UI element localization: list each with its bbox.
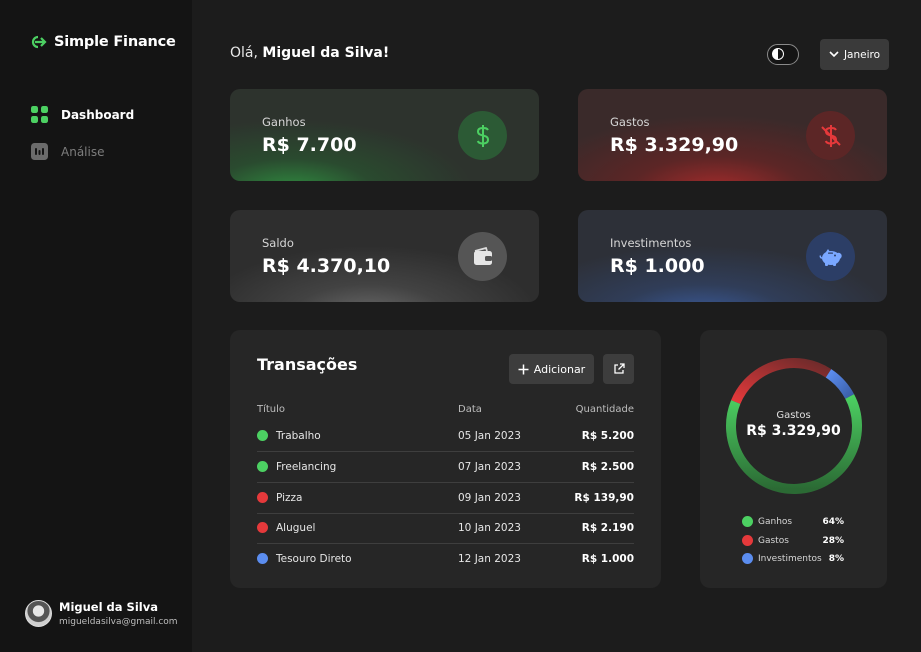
month-select[interactable]: Janeiro (820, 39, 889, 70)
dollar-icon (458, 111, 507, 160)
theme-toggle-knob (772, 48, 784, 60)
month-label: Janeiro (843, 48, 881, 61)
category-dot (257, 430, 268, 441)
add-transaction-button[interactable]: Adicionar (509, 354, 594, 384)
table-row[interactable]: Tesouro Direto 12 Jan 2023 R$ 1.000 (257, 544, 634, 575)
table-row[interactable]: Freelancing 07 Jan 2023 R$ 2.500 (257, 452, 634, 483)
card-saldo: Saldo R$ 4.370,10 (230, 210, 539, 302)
wallet-icon (458, 232, 507, 281)
row-title: Trabalho (276, 430, 321, 442)
card-label: Gastos (610, 115, 650, 129)
card-gastos: Gastos R$ 3.329,90 (578, 89, 887, 181)
dollar-off-icon (806, 111, 855, 160)
category-dot (257, 522, 268, 533)
user-profile[interactable]: Miguel da Silva migueldasilva@gmail.com (25, 600, 178, 627)
legend-name: Investimentos (758, 554, 822, 564)
greeting-prefix: Olá, (230, 45, 263, 61)
theme-toggle[interactable] (767, 44, 799, 65)
legend-dot (742, 553, 753, 564)
greeting: Olá, Miguel da Silva! (230, 45, 389, 61)
card-label: Ganhos (262, 115, 306, 129)
row-title: Pizza (276, 492, 303, 504)
chart-icon (31, 143, 48, 160)
row-title: Aluguel (276, 522, 316, 534)
donut-center-label: Gastos (776, 410, 811, 421)
row-quantity: R$ 139,90 (574, 492, 634, 504)
table-row[interactable]: Pizza 09 Jan 2023 R$ 139,90 (257, 483, 634, 514)
category-dot (257, 553, 268, 564)
row-quantity: R$ 5.200 (581, 430, 634, 442)
grid-icon (31, 106, 48, 123)
row-date: 09 Jan 2023 (458, 492, 521, 504)
card-value: R$ 1.000 (610, 255, 705, 277)
sidebar-item-label: Análise (61, 144, 105, 159)
card-value: R$ 7.700 (262, 134, 357, 156)
donut-center-value: R$ 3.329,90 (746, 423, 841, 439)
donut-segment-gastos (731, 358, 832, 405)
card-ganhos: Ganhos R$ 7.700 (230, 89, 539, 181)
plus-icon (518, 364, 529, 374)
legend-name: Ganhos (758, 517, 793, 527)
row-quantity: R$ 2.190 (581, 522, 634, 534)
add-transaction-label: Adicionar (533, 362, 586, 376)
row-date: 12 Jan 2023 (458, 553, 521, 565)
sidebar: Simple Finance Dashboard Análise Miguel … (0, 0, 192, 652)
card-value: R$ 3.329,90 (610, 134, 739, 156)
card-label: Investimentos (610, 236, 692, 250)
transactions-title: Transações (257, 355, 358, 374)
category-dot (257, 492, 268, 503)
user-email: migueldasilva@gmail.com (59, 617, 178, 627)
sidebar-item-label: Dashboard (61, 107, 135, 122)
card-investimentos: Investimentos R$ 1.000 (578, 210, 887, 302)
legend-dot (742, 516, 753, 527)
category-dot (257, 461, 268, 472)
app-name: Simple Finance (54, 34, 176, 50)
piggy-bank-icon (806, 232, 855, 281)
legend-percent: 8% (828, 554, 844, 564)
greeting-name: Miguel da Silva! (262, 45, 390, 61)
legend-percent: 28% (822, 536, 844, 546)
column-header-date: Data (458, 404, 482, 415)
legend-percent: 64% (822, 517, 844, 527)
row-quantity: R$ 1.000 (581, 553, 634, 565)
external-link-icon (613, 363, 625, 374)
row-quantity: R$ 2.500 (581, 461, 634, 473)
app-logo[interactable]: Simple Finance (30, 34, 176, 50)
sidebar-item-analise[interactable]: Análise (31, 143, 104, 160)
legend-dot (742, 535, 753, 546)
column-header-quantity: Quantidade (575, 404, 634, 415)
donut-segment-investimentos (825, 369, 855, 399)
card-value: R$ 4.370,10 (262, 255, 391, 277)
avatar (25, 600, 52, 627)
table-row[interactable]: Aluguel 10 Jan 2023 R$ 2.190 (257, 513, 634, 544)
row-date: 07 Jan 2023 (458, 461, 521, 473)
row-title: Freelancing (276, 461, 337, 473)
row-date: 10 Jan 2023 (458, 522, 521, 534)
open-external-button[interactable] (603, 354, 634, 384)
card-label: Saldo (262, 236, 294, 250)
logo-icon (31, 35, 47, 49)
chevron-down-icon (829, 51, 839, 58)
row-title: Tesouro Direto (276, 553, 352, 565)
user-name: Miguel da Silva (59, 600, 158, 614)
column-header-title: Título (257, 404, 286, 415)
legend-name: Gastos (758, 536, 789, 546)
row-date: 05 Jan 2023 (458, 430, 521, 442)
table-row[interactable]: Trabalho 05 Jan 2023 R$ 5.200 (257, 421, 634, 452)
transactions-panel: Transações Adicionar Título Data Quantid… (230, 330, 661, 588)
sidebar-item-dashboard[interactable]: Dashboard (31, 106, 134, 123)
donut-panel: Gastos R$ 3.329,90 Ganhos 64% Gastos 28%… (700, 330, 887, 588)
